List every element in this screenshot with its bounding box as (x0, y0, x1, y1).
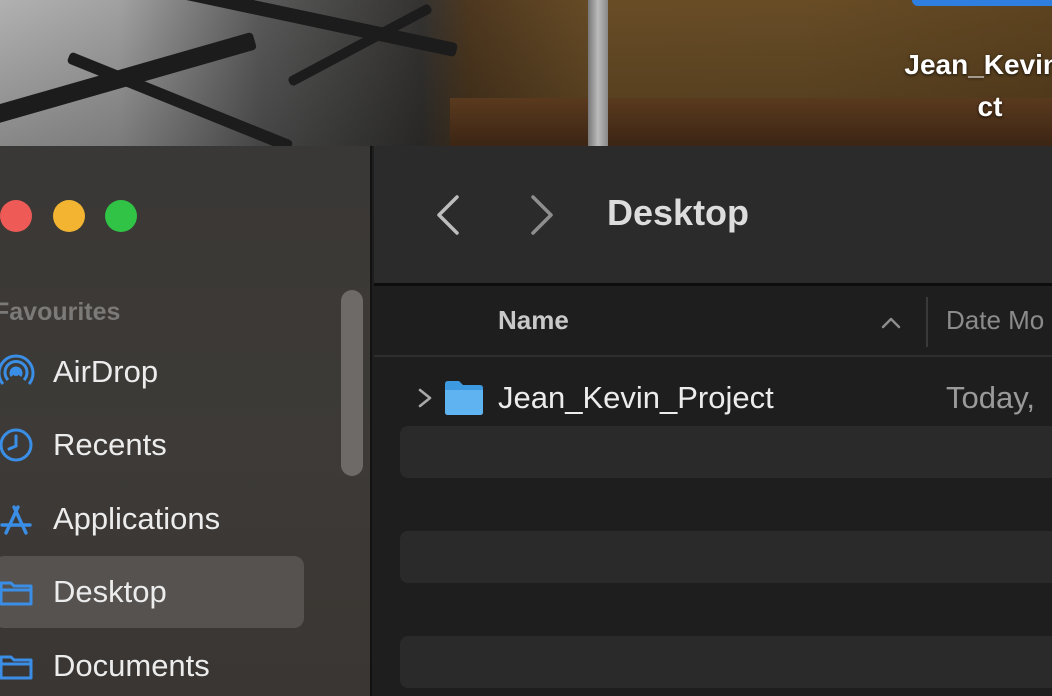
column-header-name[interactable]: Name (498, 305, 569, 336)
folder-icon (0, 644, 38, 688)
file-browser: Desktop Name Date Mo Jean_Kevin_Project … (374, 146, 1052, 696)
empty-row (400, 636, 1052, 688)
sidebar-item-label: Recents (53, 427, 167, 462)
forward-button[interactable] (522, 190, 562, 240)
clock-icon (0, 423, 38, 467)
chevron-right-icon (531, 195, 553, 235)
sidebar-item-recents[interactable]: Recents (0, 409, 304, 481)
sort-ascending-icon[interactable] (879, 311, 903, 335)
desktop-wallpaper: Jean_Kevin_ ct (0, 0, 1052, 146)
sidebar-item-label: Applications (53, 501, 221, 536)
desktop-item-selection-highlight (912, 0, 1052, 6)
sidebar-item-desktop[interactable]: Desktop (0, 556, 304, 628)
sidebar-heading-favourites: Favourites (0, 298, 121, 326)
sidebar-item-label: Desktop (53, 574, 167, 609)
back-button[interactable] (428, 190, 468, 240)
desktop-item-label[interactable]: Jean_Kevin_ ct (840, 44, 1052, 128)
minimize-window-button[interactable] (53, 200, 85, 232)
sidebar-item-label: AirDrop (53, 354, 159, 389)
empty-row (400, 426, 1052, 478)
folder-icon (0, 570, 38, 614)
toolbar: Desktop (374, 146, 1052, 286)
maximize-window-button[interactable] (105, 200, 137, 232)
finder-window: Favourites AirDrop Recents Applications … (0, 146, 1052, 696)
folder-icon (445, 381, 483, 415)
column-divider[interactable] (926, 297, 928, 347)
chevron-left-icon (437, 195, 459, 235)
sidebar-item-documents[interactable]: Documents (0, 630, 304, 696)
airdrop-icon (0, 350, 38, 394)
sidebar: Favourites AirDrop Recents Applications … (0, 146, 372, 696)
close-window-button[interactable] (0, 200, 32, 232)
file-row[interactable]: Jean_Kevin_Project Today, (374, 372, 1052, 424)
column-header-date-modified[interactable]: Date Mo (946, 305, 1044, 336)
sidebar-item-airdrop[interactable]: AirDrop (0, 336, 304, 408)
sidebar-item-label: Documents (53, 648, 210, 683)
wallpaper-pole (588, 0, 608, 146)
file-date-modified: Today, (946, 380, 1036, 415)
column-header: Name Date Mo (374, 289, 1052, 357)
window-title: Desktop (607, 192, 750, 233)
empty-row (400, 531, 1052, 583)
sidebar-item-applications[interactable]: Applications (0, 483, 304, 555)
disclosure-triangle-icon[interactable] (414, 384, 436, 412)
file-name: Jean_Kevin_Project (498, 380, 774, 415)
desktop-item-label-line2: ct (977, 91, 1003, 122)
applications-icon (0, 497, 38, 541)
desktop-item-label-line1: Jean_Kevin_ (904, 49, 1052, 80)
sidebar-scrollbar[interactable] (341, 290, 363, 476)
